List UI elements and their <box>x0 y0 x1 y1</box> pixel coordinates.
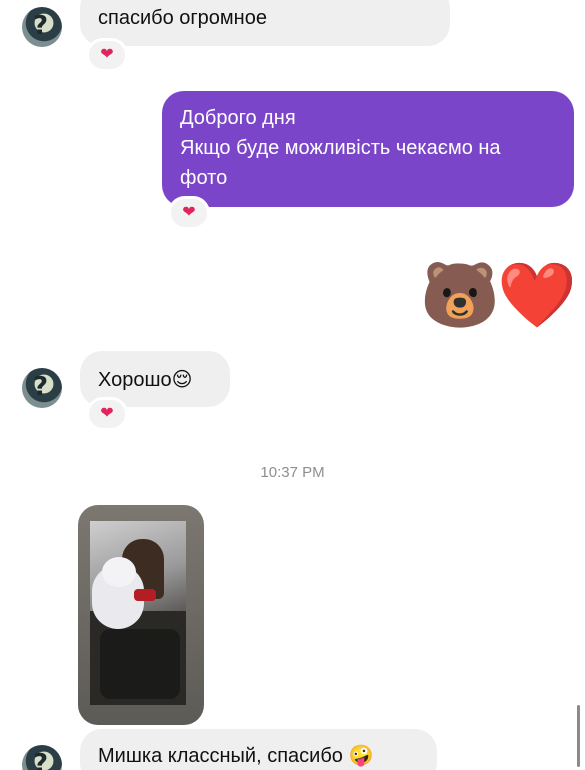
message-reaction[interactable]: ❤ <box>86 38 128 72</box>
message-bubble-incoming[interactable]: Мишка классный, спасибо 🤪 <box>80 729 437 770</box>
zany-face-emoji: 🤪 <box>348 743 374 767</box>
photo-image <box>90 521 186 705</box>
contact-avatar[interactable]: ? <box>22 7 62 47</box>
avatar-glyph: ? <box>33 749 49 770</box>
message-text: спасибо огромное <box>98 7 267 29</box>
photo-teddy-bear-head <box>102 557 136 587</box>
timestamp: 10:37 PM <box>260 464 325 481</box>
photo-bow <box>134 589 156 601</box>
scrollbar[interactable] <box>577 705 580 767</box>
avatar-glyph: ? <box>33 372 49 402</box>
heart-reaction-icon: ❤ <box>100 46 114 63</box>
message-line: Якщо буде можливість чекаємо на <box>180 137 501 159</box>
heart-reaction-icon: ❤ <box>182 204 196 221</box>
message-line: фото <box>180 167 228 189</box>
message-reaction[interactable]: ❤ <box>168 196 210 230</box>
message-bubble-outgoing[interactable]: Доброго дня Якщо буде можливість чекаємо… <box>162 91 574 207</box>
photo-message[interactable] <box>78 505 204 725</box>
photo-legs <box>100 629 180 699</box>
heart-emoji[interactable]: ❤️ <box>497 262 577 330</box>
bear-emoji[interactable]: 🐻 <box>420 262 500 330</box>
heart-reaction-icon: ❤ <box>100 405 114 422</box>
contact-avatar[interactable]: ? <box>22 745 62 770</box>
message-reaction[interactable]: ❤ <box>86 397 128 431</box>
message-bubble-incoming[interactable]: спасибо огромное <box>80 0 450 46</box>
message-text: Мишка классный, спасибо <box>98 745 343 767</box>
contact-avatar[interactable]: ? <box>22 368 62 408</box>
relieved-face-emoji: 😌 <box>171 367 193 391</box>
message-line: Доброго дня <box>180 107 296 129</box>
avatar-glyph: ? <box>33 11 49 41</box>
message-text: Хорошо <box>98 369 172 391</box>
